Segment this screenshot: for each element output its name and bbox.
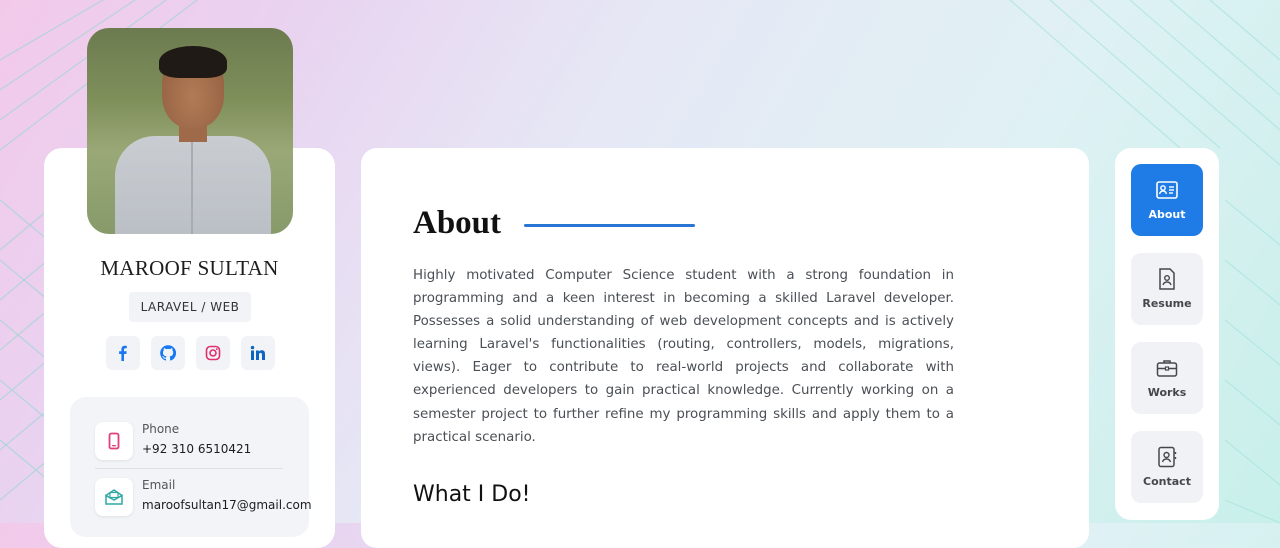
section-title-about: About — [413, 205, 502, 241]
nav-label: About — [1148, 208, 1186, 221]
nav-label: Works — [1147, 386, 1187, 399]
nav-item-contact[interactable]: Contact — [1131, 431, 1203, 503]
profile-name: MAROOF SULTAN — [100, 256, 279, 280]
contact-divider — [95, 468, 283, 469]
mail-icon — [95, 478, 133, 516]
nav-item-works[interactable]: Works — [1131, 342, 1203, 414]
social-links — [106, 336, 275, 370]
contact-info-box — [70, 397, 309, 537]
instagram-link[interactable] — [196, 336, 230, 370]
linkedin-icon — [250, 345, 265, 360]
linkedin-link[interactable] — [241, 336, 275, 370]
nav-label: Resume — [1142, 297, 1192, 310]
phone-value[interactable]: +92 310 6510421 — [142, 442, 251, 456]
instagram-icon — [205, 345, 221, 361]
id-card-icon — [1156, 181, 1178, 199]
about-paragraph: Highly motivated Computer Science studen… — [413, 268, 954, 445]
briefcase-icon — [1156, 360, 1178, 377]
phone-label: Phone — [142, 422, 180, 436]
nav-label: Contact — [1143, 475, 1191, 488]
title-underline — [524, 224, 695, 227]
resume-icon — [1159, 268, 1175, 290]
email-label: Email — [142, 478, 176, 492]
section-title-what-i-do: What I Do! — [413, 482, 531, 507]
nav-item-about[interactable]: About — [1131, 164, 1203, 236]
github-link[interactable] — [151, 336, 185, 370]
email-value[interactable]: maroofsultan17@gmail.com — [142, 498, 312, 512]
role-badge: LARAVEL / WEB — [129, 292, 251, 322]
facebook-link[interactable] — [106, 336, 140, 370]
facebook-icon — [119, 345, 127, 361]
nav-item-resume[interactable]: Resume — [1131, 253, 1203, 325]
contact-book-icon — [1158, 446, 1177, 468]
avatar — [87, 28, 293, 234]
phone-icon — [95, 422, 133, 460]
github-icon — [160, 345, 176, 361]
